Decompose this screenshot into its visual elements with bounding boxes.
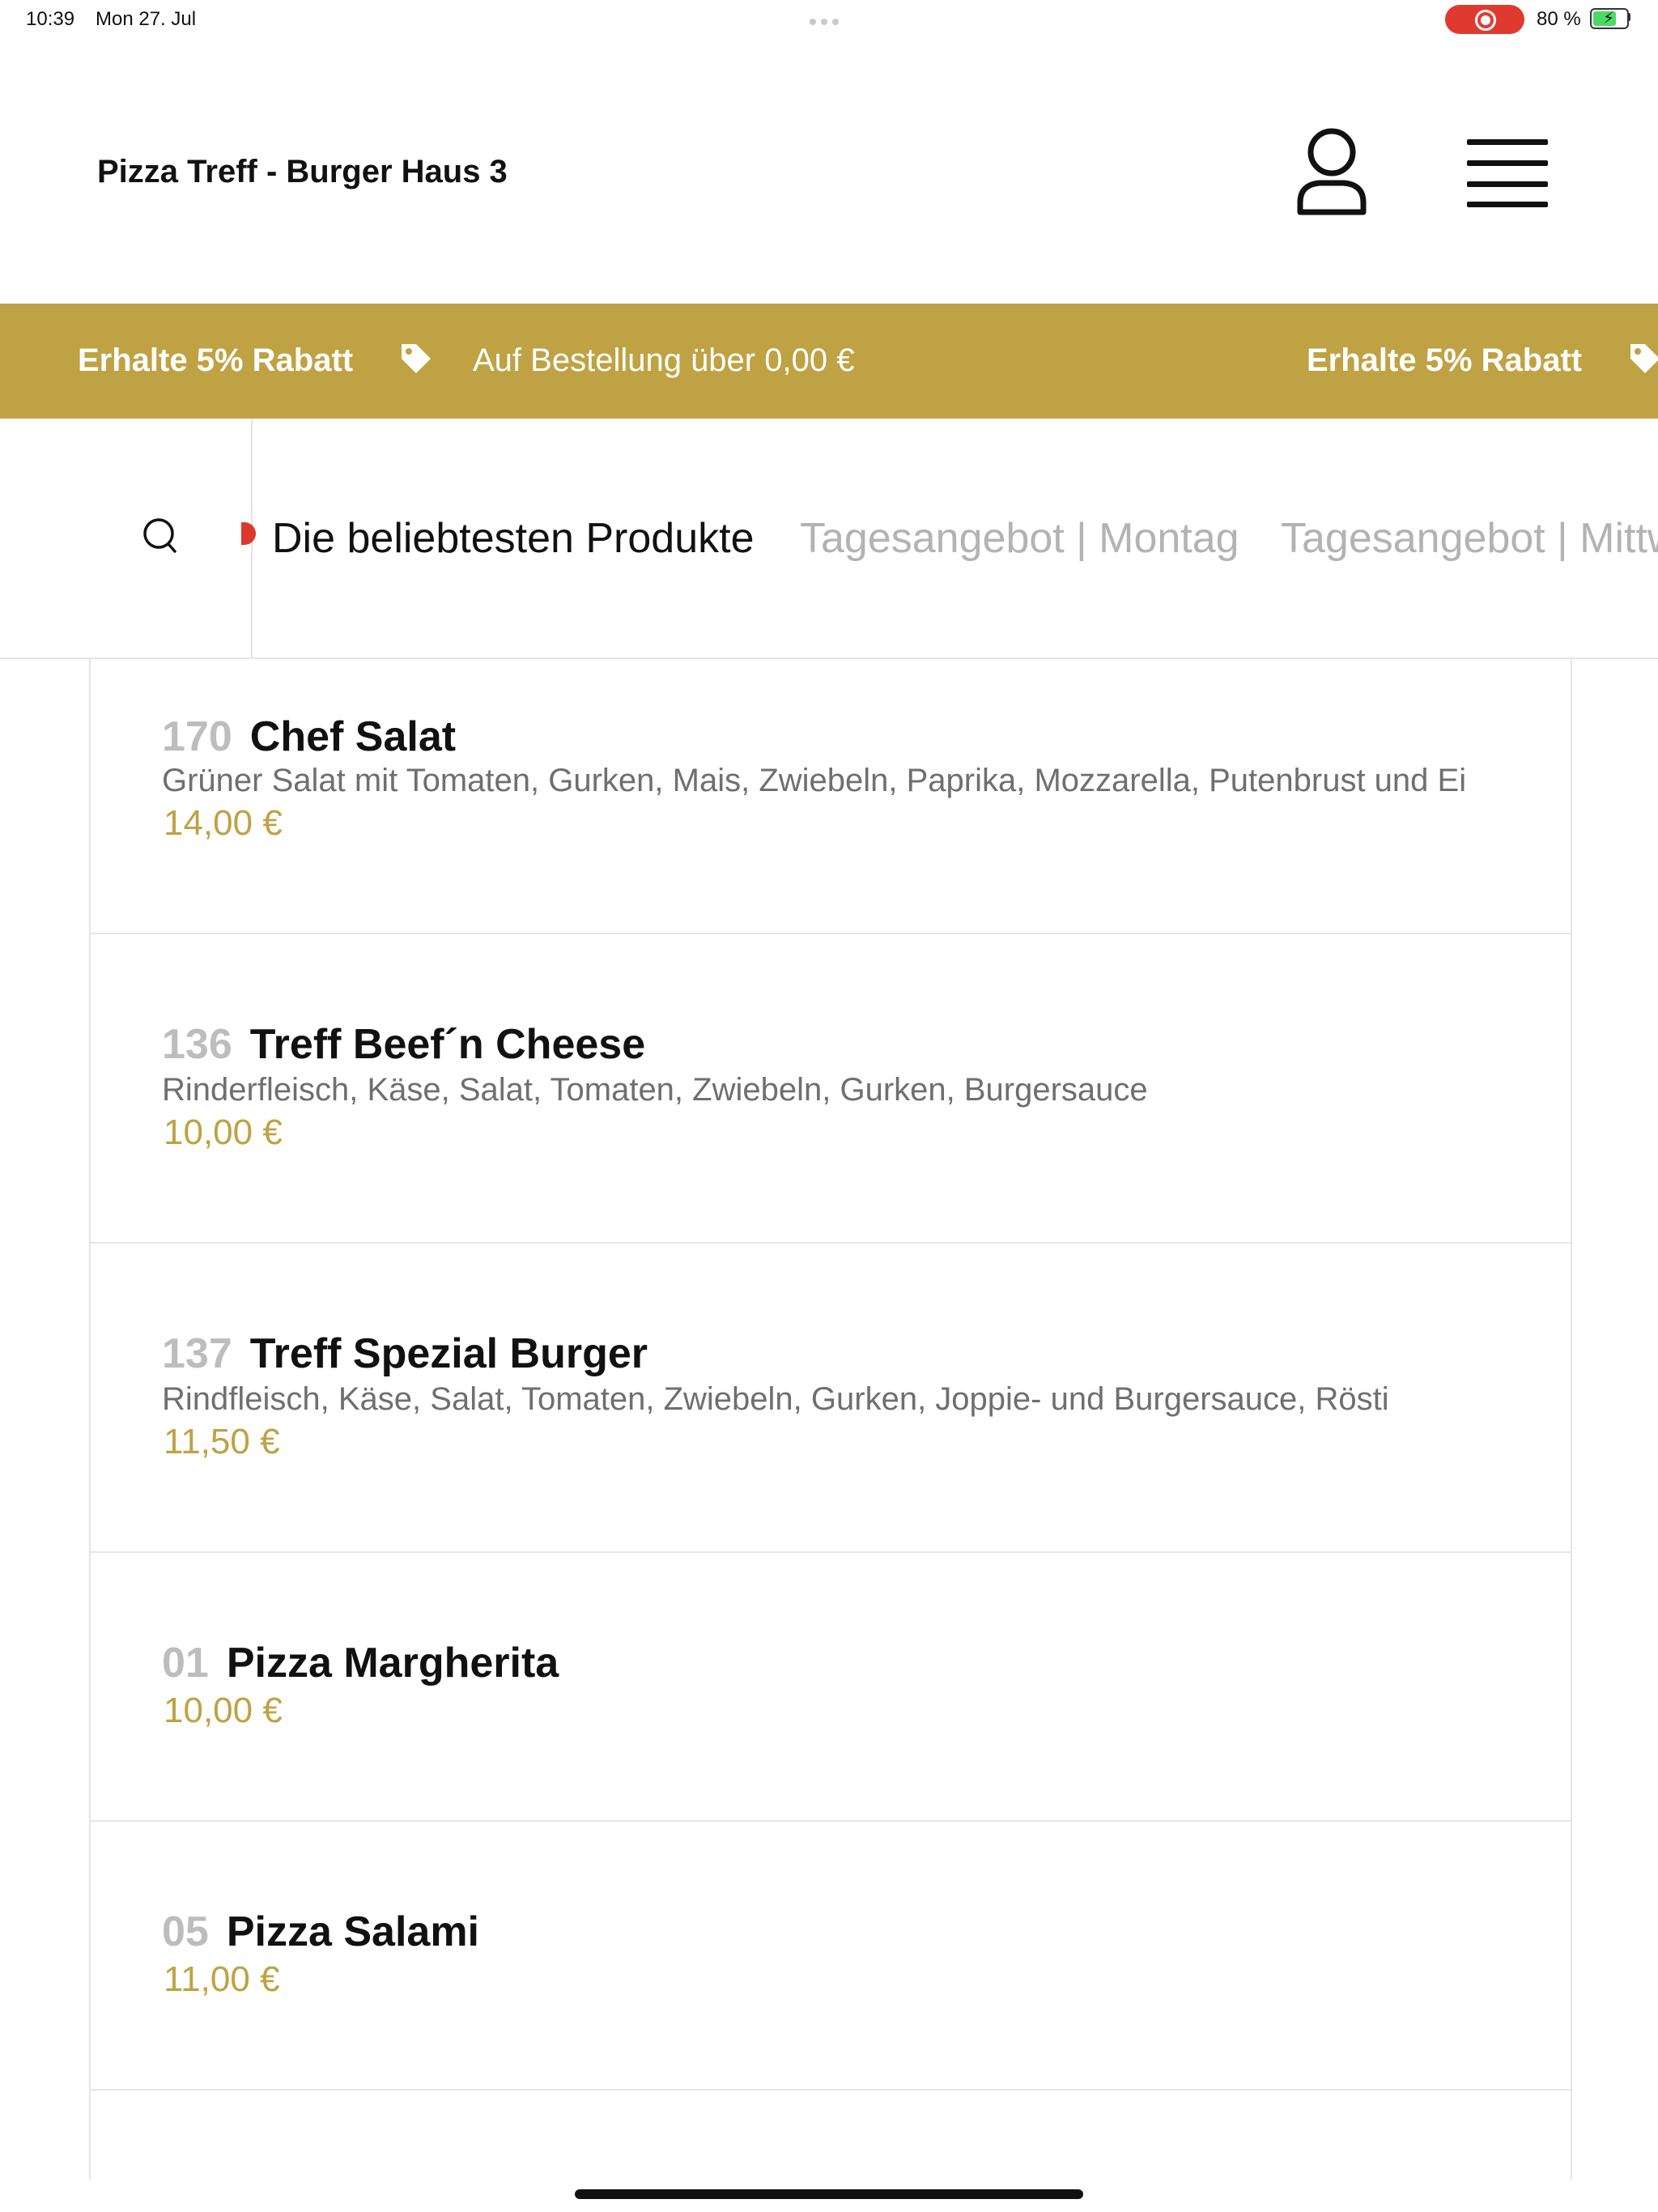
promo-banner: Erhalte 5% Rabatt Auf Bestellung über 0,… <box>0 304 1658 419</box>
tag-icon <box>1630 344 1658 373</box>
product-heading: 137 Treff Spezial Burger <box>162 1329 648 1378</box>
product-name: Treff Spezial Burger <box>249 1330 648 1377</box>
product-number: 137 <box>162 1330 232 1377</box>
tag-icon <box>402 344 431 373</box>
product-item[interactable]: 05 Pizza Salami 11,00 € <box>91 1822 1571 2091</box>
home-indicator[interactable] <box>575 2189 1083 2199</box>
category-tab-popular[interactable]: Die beliebtesten Produkte <box>272 514 755 563</box>
user-icon[interactable] <box>1295 128 1368 217</box>
product-description: Grüner Salat mit Tomaten, Gurken, Mais, … <box>162 763 1467 798</box>
product-name: Pizza Margherita <box>226 1640 559 1687</box>
product-number: 170 <box>162 713 232 760</box>
search-icon <box>143 518 176 553</box>
record-dot-icon <box>1481 15 1490 25</box>
product-item[interactable]: 01 Pizza Margherita 10,00 € <box>91 1553 1571 1822</box>
product-number: 05 <box>162 1908 209 1955</box>
store-name: Pizza Treff - Burger Haus 3 <box>97 154 508 189</box>
active-category-marker <box>241 522 256 545</box>
product-description: Rinderfleisch, Käse, Salat, Tomaten, Zwi… <box>162 1072 1148 1108</box>
battery-tip <box>1627 13 1630 21</box>
screen-record-indicator[interactable] <box>1445 5 1524 34</box>
product-list: 170 Chef Salat Grüner Salat mit Tomaten, … <box>89 657 1572 2180</box>
hamburger-menu-icon[interactable] <box>1467 136 1548 207</box>
product-item[interactable]: 170 Chef Salat Grüner Salat mit Tomaten, … <box>91 657 1571 934</box>
category-tab-wednesday[interactable]: Tagesangebot | Mittw <box>1281 514 1658 563</box>
product-heading: 136 Treff Beef´n Cheese <box>162 1020 645 1069</box>
product-item[interactable]: 137 Treff Spezial Burger Rindfleisch, Käs… <box>91 1244 1571 1553</box>
product-heading: 01 Pizza Margherita <box>162 1639 559 1687</box>
product-name: Chef Salat <box>249 713 457 760</box>
status-time: 10:39 <box>26 8 75 30</box>
product-item[interactable]: 136 Treff Beef´n Cheese Rinderfleisch, Kä… <box>91 934 1571 1244</box>
product-description: Rindfleisch, Käse, Salat, Tomaten, Zwieb… <box>162 1381 1389 1417</box>
category-tab-monday[interactable]: Tagesangebot | Montag <box>800 514 1239 563</box>
product-number: 01 <box>162 1640 209 1687</box>
product-heading: 170 Chef Salat <box>162 713 456 761</box>
product-name: Treff Beef´n Cheese <box>249 1021 646 1068</box>
promo-discount-label-repeat: Erhalte 5% Rabatt <box>1307 342 1583 378</box>
product-price: 10,00 € <box>164 1691 283 1730</box>
product-price: 14,00 € <box>164 803 283 843</box>
multitasking-dots-icon[interactable] <box>810 15 848 25</box>
category-bar: Die beliebtesten Produkte Tagesangebot |… <box>0 419 1658 659</box>
search-button[interactable] <box>0 419 253 657</box>
product-heading: 05 Pizza Salami <box>162 1908 479 1956</box>
battery-percentage: 80 % <box>1537 8 1581 30</box>
product-number: 136 <box>162 1021 232 1068</box>
product-price: 10,00 € <box>164 1112 283 1152</box>
promo-discount-label: Erhalte 5% Rabatt <box>78 342 354 378</box>
status-date: Mon 27. Jul <box>96 8 197 30</box>
product-price: 11,50 € <box>164 1422 280 1461</box>
battery-icon: ⚡ <box>1590 8 1629 29</box>
promo-condition-label: Auf Bestellung über 0,00 € <box>473 342 855 378</box>
product-price: 11,00 € <box>164 1959 280 1999</box>
product-name: Pizza Salami <box>226 1908 479 1955</box>
